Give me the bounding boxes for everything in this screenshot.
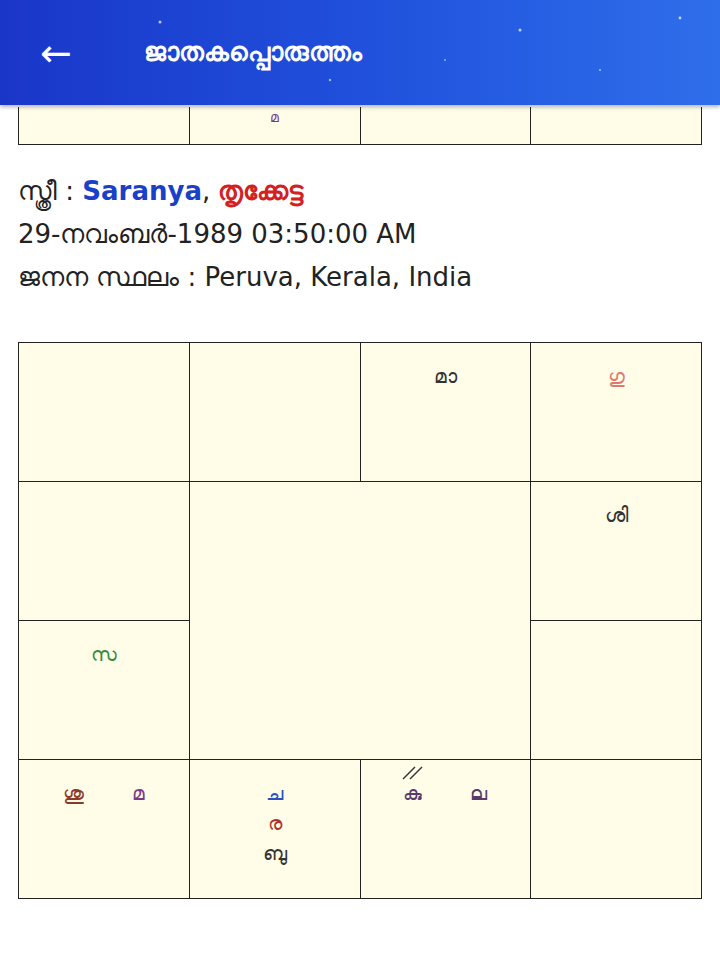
chart-house (361, 107, 532, 145)
chart-house (531, 107, 702, 145)
birth-star: തൃക്കേട്ട (218, 176, 303, 206)
chart-house (19, 482, 190, 621)
chart-house (19, 343, 190, 482)
chart-house (190, 343, 361, 482)
planet: ച (262, 780, 287, 806)
chart-house (531, 760, 702, 899)
planet: ല (466, 780, 491, 806)
chart-house: ചര ബു (190, 760, 361, 899)
chart-house: കു ല (361, 760, 532, 899)
header-title: ജാതകപ്പൊരുത്തം (144, 33, 362, 72)
chart-house: ഗു (531, 343, 702, 482)
chart-house (19, 107, 190, 145)
planet: മ (270, 109, 279, 126)
chart-center (190, 482, 532, 760)
chart-house (531, 621, 702, 760)
planet: സ (87, 641, 121, 667)
planet: ബു (259, 840, 291, 866)
chart-house: ശു മ (19, 760, 190, 899)
chart-house: ശി (531, 482, 702, 621)
person-name: Saranya (82, 176, 202, 206)
person-info: സ്ത്രീ : Saranya, തൃക്കേട്ട 29-നവംബർ-1989… (0, 145, 720, 296)
app: ← ജാതകപ്പൊരുത്തം മ സ്ത്രീ : Saranya, തൃക്കേ… (0, 0, 720, 960)
chart-house: മ (190, 107, 361, 145)
name-line: സ്ത്രീ : Saranya, തൃക്കേട്ട (18, 173, 702, 210)
birth-datetime: 29-നവംബർ-1989 03:50:00 AM (18, 216, 702, 253)
chart-house: സ (19, 621, 190, 760)
back-button[interactable]: ← (30, 34, 82, 72)
planet: ശു (59, 780, 88, 806)
planet: ര (264, 810, 286, 836)
header-bar: ← ജാതകപ്പൊരുത്തം (0, 0, 720, 105)
planet: ശി (601, 502, 632, 528)
horoscope-chart: മാ ഗു ശി സ ശു മ ചര ബു കു ല (18, 342, 702, 899)
birth-place: ജനന സ്ഥലം : Peruva, Kerala, India (18, 259, 702, 296)
planet: മാ (430, 363, 461, 389)
planet: ഗു (604, 363, 629, 389)
partial-chart: മ (18, 107, 702, 145)
planet: മ (128, 780, 149, 806)
chart-house: മാ (361, 343, 532, 482)
planet: കു (399, 780, 426, 806)
marker-icon (401, 766, 427, 780)
